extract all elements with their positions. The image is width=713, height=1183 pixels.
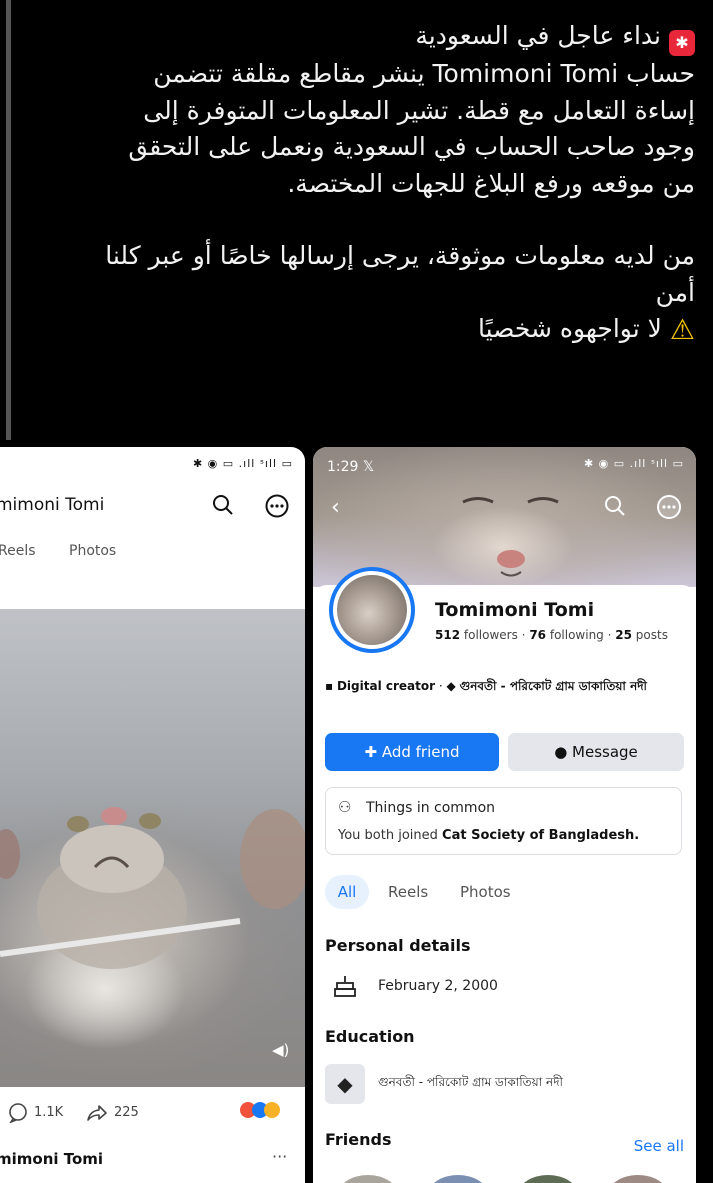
birthday-text: February 2, 2000: [378, 978, 498, 994]
things-in-common-title: Things in common: [366, 800, 496, 816]
right-phone-screenshot: 1:29 𝕏 ✱ ◉ ▭ .ıll ˢıll ▭ ‹ Tomimoni Tomi…: [313, 447, 696, 1183]
clock: 1:29 𝕏: [327, 459, 375, 475]
post-title-line: ✱ نداء عاجل في السعودية: [24, 18, 695, 56]
school-text: গুনবতী - পরিকোট গ্রাম ডাকাতিয়া নদী: [378, 1075, 563, 1089]
birthday-cake-icon: [334, 976, 356, 997]
search-icon[interactable]: [604, 495, 626, 517]
post-line: من لديه معلومات موثوقة، يرجى إرسالها خاص…: [105, 241, 695, 270]
add-friend-icon: ✚: [364, 743, 382, 761]
post-warning: لا تواجهوه شخصيًا: [478, 314, 662, 343]
status-bar: ✱ ◉ ▭ .ıll ˢıll ▭: [583, 457, 684, 470]
back-arrow-icon[interactable]: ‹: [331, 495, 340, 520]
people-icon: ⚇: [338, 798, 352, 816]
cat-video[interactable]: ◀): [0, 609, 305, 1087]
post-more-button[interactable]: ···: [272, 1147, 287, 1166]
more-options-icon[interactable]: [656, 494, 682, 520]
share-count: 225: [114, 1105, 139, 1120]
comment-count: 1.1K: [34, 1105, 64, 1120]
mortarboard-icon: ◆: [446, 679, 456, 693]
warning-icon: ⚠: [669, 313, 695, 346]
following-count: 76: [529, 628, 547, 642]
things-in-common-card[interactable]: ⚇ Things in common You both joined Cat S…: [325, 787, 682, 855]
post-line: من موقعه ورفع البلاغ للجهات المختصة.: [287, 168, 695, 198]
post-warning-line: ⚠لا تواجهوه شخصيًا: [24, 311, 695, 349]
add-friend-button[interactable]: ✚ Add friend: [325, 733, 499, 771]
profile-name: Tomimoni Tomi: [435, 599, 595, 621]
post-line: إساءة التعامل مع قطة. تشير المعلومات الم…: [143, 95, 695, 125]
quote-bar: [6, 0, 11, 440]
cat-video-art: [0, 807, 305, 969]
post-line: أمن: [655, 277, 695, 307]
post-line: وجود صاحب الحساب في السعودية ونعمل على ا…: [128, 132, 695, 161]
followers-label: followers: [463, 628, 518, 642]
tab-reels[interactable]: Reels: [388, 883, 428, 901]
following-label: following: [549, 628, 604, 642]
posts-label: posts: [635, 628, 668, 642]
post-title: نداء عاجل في السعودية: [415, 21, 661, 50]
reactions: [240, 1102, 280, 1122]
sad-reaction-icon: [264, 1102, 280, 1118]
profile-intro: ▪ Digital creator · ◆ গুনবতী - পরিকোট গ্…: [325, 679, 647, 693]
search-icon[interactable]: [212, 494, 234, 516]
school-icon: ◆: [325, 1064, 365, 1104]
post-line: حساب Tomimoni Tomi ينشر مقاطع مقلقة تتضم…: [153, 59, 695, 88]
profile-title: mimoni Tomi: [0, 495, 105, 515]
left-phone-screenshot: ✱ ◉ ▭ .ıll ˢıll ▭ mimoni Tomi Reels Phot…: [0, 447, 305, 1183]
things-in-common-text: You both joined Cat Society of Banglades…: [338, 828, 640, 843]
personal-details-heading: Personal details: [325, 936, 471, 955]
post-text: ✱ نداء عاجل في السعودية حساب Tomimoni Tom…: [24, 18, 695, 349]
followers-count: 512: [435, 628, 461, 642]
profile-avatar[interactable]: [329, 567, 415, 653]
tab-all[interactable]: All: [325, 875, 369, 909]
messenger-icon: ●: [554, 743, 573, 761]
see-all-friends-link[interactable]: See all: [634, 1137, 684, 1155]
comment-icon[interactable]: [8, 1103, 28, 1123]
tab-reels[interactable]: Reels: [0, 543, 36, 559]
message-button[interactable]: ● Message: [508, 733, 684, 771]
briefcase-icon: ▪: [325, 679, 334, 693]
siren-icon: ✱: [669, 30, 695, 56]
profile-stats[interactable]: 512 followers · 76 following · 25 posts: [435, 628, 668, 642]
tab-photos[interactable]: Photos: [460, 883, 511, 901]
tab-photos[interactable]: Photos: [69, 543, 116, 559]
status-bar: ✱ ◉ ▭ .ıll ˢıll ▭: [192, 457, 293, 470]
friends-heading: Friends: [325, 1130, 392, 1149]
profile-role: Digital creator: [336, 679, 436, 693]
more-options-icon[interactable]: [265, 494, 289, 518]
education-heading: Education: [325, 1027, 415, 1046]
volume-icon[interactable]: ◀): [272, 1041, 289, 1059]
profile-workplace: গুনবতী - পরিকোট গ্রাম ডাকাতিয়া নদী: [459, 679, 647, 693]
post-author[interactable]: mimoni Tomi: [0, 1150, 103, 1168]
posts-count: 25: [615, 628, 632, 642]
share-icon[interactable]: [86, 1103, 108, 1123]
